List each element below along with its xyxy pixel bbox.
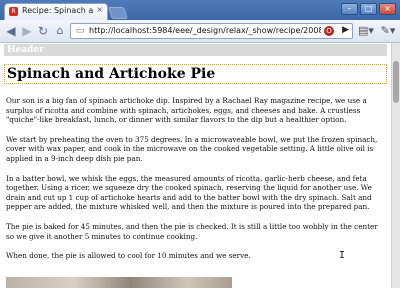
close-window-button[interactable]: × [379,3,396,15]
wrench-icon[interactable]: ✎▾ [378,23,398,39]
tab-title: Recipe: Spinach and Ar [22,6,94,15]
home-icon[interactable]: ⌂ [52,23,68,39]
back-arrow-icon[interactable]: ◀ [3,23,19,39]
go-arrow-icon[interactable]: ▶ [342,25,349,35]
scrollbar-thumb[interactable] [393,61,399,103]
new-tab-button[interactable] [108,7,128,19]
tab-close-icon[interactable]: × [96,5,103,14]
forward-arrow-icon[interactable]: ▶ [19,23,35,39]
url-text[interactable]: http://localhost:5984/eee/_design/relax/… [89,26,321,36]
paragraph: Our son is a big fan of spinach artichok… [6,96,367,125]
paragraph: The pie is baked for 45 minutes, and the… [6,221,378,241]
paragraph: When done, the pie is allowed to cool fo… [6,251,251,261]
opera-badge-icon[interactable]: O [324,26,334,36]
browser-titlebar: R Recipe: Spinach and Ar × – □ × [0,0,400,20]
browser-toolbar: ◀ ▶ ↻ ⌂ ▭ http://localhost:5984/eee/_des… [0,20,400,43]
page-viewport: Header Spinach and Artichoke Pie Our son… [0,43,391,288]
browser-tab[interactable]: R Recipe: Spinach and Ar × [4,3,108,20]
recipe-photo [6,277,232,288]
minimize-button[interactable]: – [341,3,358,15]
vertical-scrollbar[interactable] [391,43,400,288]
favicon-icon: R [9,7,18,16]
recipe-body: Our son is a big fan of spinach artichok… [6,96,387,271]
paragraph: In a batter bowl, we whisk the eggs, the… [6,173,372,212]
address-bar[interactable]: ▭ http://localhost:5984/eee/_design/rela… [70,23,353,39]
title-box: Spinach and Artichoke Pie [4,64,387,84]
reload-icon[interactable]: ↻ [35,23,51,39]
page-menu-icon[interactable]: ▤▾ [356,23,376,39]
window-controls: – □ × [341,3,396,15]
page-title: Spinach and Artichoke Pie [7,66,216,82]
paragraph: We start by preheating the oven to 375 d… [6,134,378,163]
maximize-button[interactable]: □ [360,3,377,15]
text-cursor-icon: I [339,250,346,261]
header-bar: Header [4,44,387,56]
page-icon: ▭ [75,26,85,36]
